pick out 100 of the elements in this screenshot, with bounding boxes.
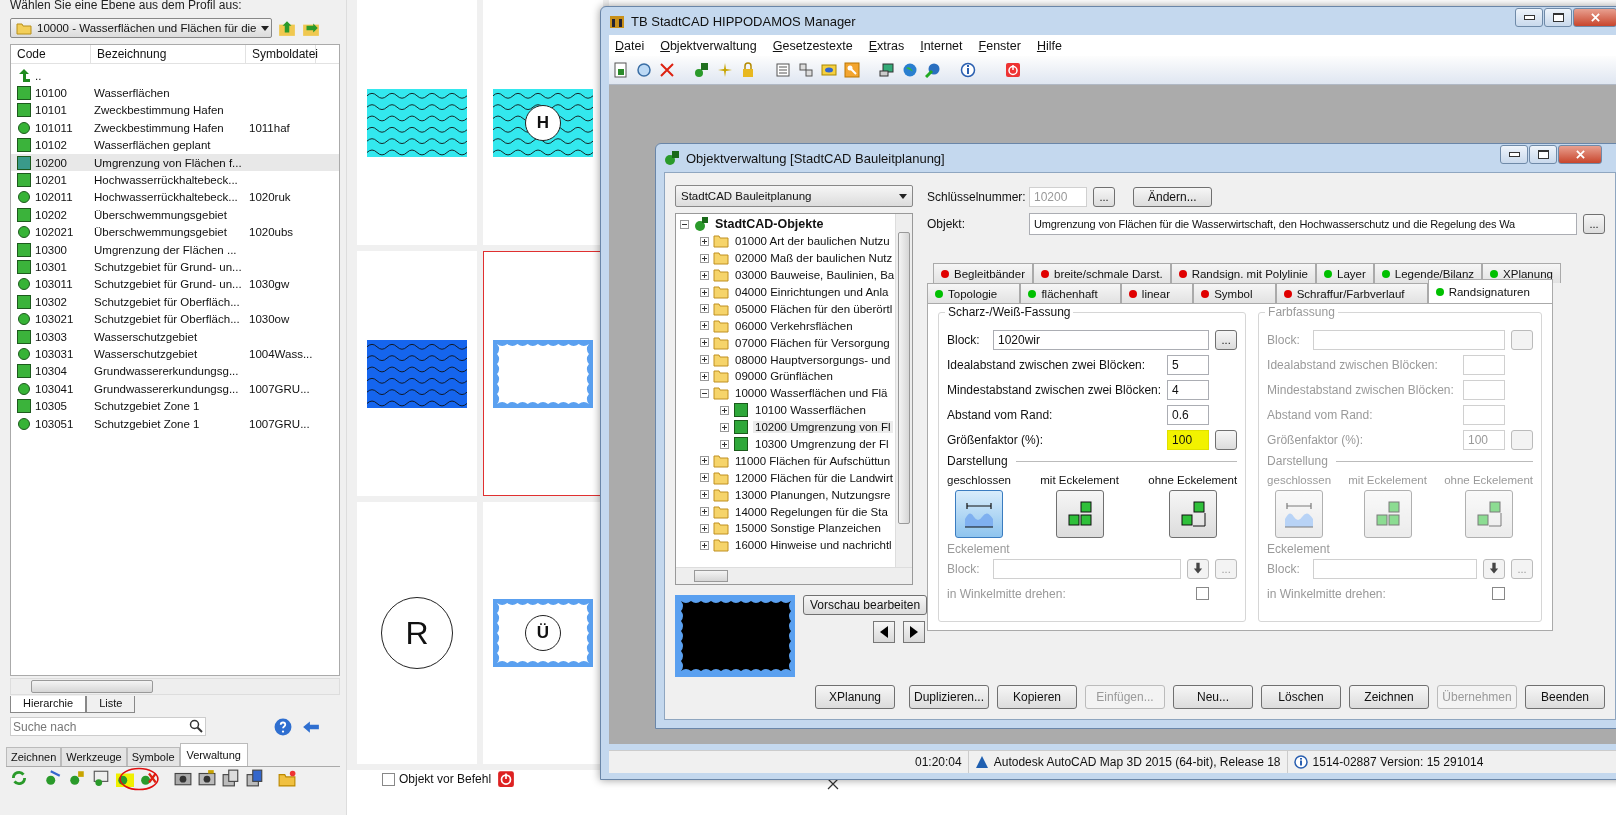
info-icon[interactable] xyxy=(960,62,976,78)
tree-item[interactable]: 11000 Flächen für Aufschüttun xyxy=(733,454,893,467)
column-header[interactable]: Symboldatei xyxy=(246,45,316,63)
list-row[interactable]: 102011 Hochwasserrückhaltebeck... 1020ruk xyxy=(11,188,339,207)
lock-icon[interactable] xyxy=(740,62,756,78)
globe-icon[interactable] xyxy=(925,62,941,78)
tree-item[interactable]: 13000 Planungen, Nutzungsre xyxy=(733,488,893,501)
expand-toggle-icon[interactable] xyxy=(700,473,709,483)
browse-button[interactable]: ... xyxy=(1215,329,1238,350)
folder-icon[interactable] xyxy=(278,768,296,787)
horizontal-scrollbar[interactable] xyxy=(10,678,340,695)
expand-toggle-icon[interactable] xyxy=(700,490,709,500)
list-row[interactable]: 10302 Schutzgebiet für Oberfläch... xyxy=(11,293,339,311)
change-button[interactable]: Ändern... xyxy=(1133,187,1212,207)
list-row[interactable]: 10305 Schutzgebiet Zone 1 xyxy=(11,397,339,415)
minimize-button[interactable] xyxy=(1500,144,1528,164)
tree-item[interactable]: 05000 Flächen für den überörtl xyxy=(733,302,895,315)
object-field[interactable]: Umgrenzung von Flächen für die Wasserwirtschaft, den Hochwasserschutz und die Regelung des Wa xyxy=(1029,213,1577,235)
expand-toggle-icon[interactable] xyxy=(700,456,709,466)
dialog-button[interactable]: Kopieren xyxy=(997,685,1077,709)
folder-up-icon[interactable] xyxy=(278,19,296,37)
tab[interactable]: breite/schmale Darst. xyxy=(1033,263,1171,283)
expand-toggle-icon[interactable] xyxy=(700,523,709,533)
tree-item[interactable]: 16000 Hinweise und nachrichtl xyxy=(733,539,894,552)
device-icon[interactable] xyxy=(246,768,264,787)
search-icon[interactable] xyxy=(189,719,203,733)
tree-item[interactable]: 06000 Verkehrsflächen xyxy=(733,319,855,332)
edit-preview-button[interactable]: Vorschau bearbeiten xyxy=(803,595,928,615)
refresh-icon[interactable] xyxy=(10,768,28,787)
menu-item[interactable]: Internet xyxy=(920,38,963,53)
column-header[interactable]: Code xyxy=(11,45,91,63)
preview-cell[interactable]: H xyxy=(483,0,603,245)
preview-cell[interactable]: Ü xyxy=(483,502,603,764)
expand-toggle-icon[interactable] xyxy=(700,540,709,550)
eye-icon[interactable] xyxy=(821,62,837,78)
list-row[interactable]: 10303 Wasserschutzgebiet xyxy=(11,327,339,346)
tree-item[interactable]: 10100 Wasserflächen xyxy=(753,404,868,417)
menu-item[interactable]: Fenster xyxy=(978,38,1021,53)
maximize-button[interactable] xyxy=(1544,7,1572,27)
dialog-button[interactable]: Neu... xyxy=(1173,685,1253,709)
tree-item[interactable]: 07000 Flächen für Versorgung xyxy=(733,336,892,349)
previous-button[interactable] xyxy=(873,621,896,643)
help-icon[interactable] xyxy=(274,717,292,736)
panel-tab[interactable]: Zeichnen xyxy=(6,747,62,766)
tab[interactable]: Schraffur/Farbverlauf xyxy=(1275,283,1428,303)
expand-toggle-icon[interactable] xyxy=(700,236,709,246)
close-button[interactable] xyxy=(1573,7,1616,27)
dialog-button[interactable]: Beenden xyxy=(1525,685,1605,709)
tab[interactable]: Symbol xyxy=(1193,283,1276,303)
list-row[interactable]: 10100 Wasserflächen xyxy=(11,84,339,102)
column-header[interactable]: Bezeichnung xyxy=(91,45,246,63)
power-icon[interactable] xyxy=(1005,62,1021,78)
tab[interactable]: Randsign. mit Polylinie xyxy=(1170,263,1316,283)
mode-button[interactable] xyxy=(954,490,1003,538)
expand-toggle-icon[interactable] xyxy=(700,270,709,280)
expand-toggle-icon[interactable] xyxy=(700,287,709,297)
dialog-button[interactable]: Zeichnen xyxy=(1349,685,1429,709)
expand-toggle-icon[interactable] xyxy=(700,355,709,365)
computer-icon[interactable] xyxy=(879,62,895,78)
menu-item[interactable]: Objektverwaltung xyxy=(660,38,757,53)
list-row[interactable]: 10201 Hochwasserrückhaltebeck... xyxy=(11,171,339,189)
expand-toggle-icon[interactable] xyxy=(700,338,709,348)
panel-tab[interactable]: Symbole xyxy=(126,747,180,766)
list-row[interactable]: 103041 Grundwassererkundungsg... 1007GRU... xyxy=(11,380,339,398)
tree-item[interactable]: 14000 Regelungen für die Sta xyxy=(733,505,890,518)
list-row[interactable]: 10202 Überschwemmungsgebiet xyxy=(11,206,339,224)
expand-toggle-icon[interactable] xyxy=(700,321,709,331)
tree-item[interactable]: 03000 Bauweise, Baulinien, Ba xyxy=(733,269,895,282)
grid-icon[interactable] xyxy=(798,62,814,78)
shapes-icon[interactable] xyxy=(44,768,62,787)
globe-icon[interactable] xyxy=(902,62,918,78)
menu-item[interactable]: Extras xyxy=(868,38,905,53)
power-icon[interactable] xyxy=(497,770,516,788)
next-button[interactable] xyxy=(903,621,926,643)
expand-toggle-icon[interactable] xyxy=(700,388,709,398)
vertical-scrollbar[interactable] xyxy=(895,214,912,567)
view-tab[interactable]: Hierarchie xyxy=(10,696,87,713)
browse-button[interactable]: ... xyxy=(1583,214,1605,234)
list-row[interactable]: 10300 Umgrenzung der Flächen ... xyxy=(11,240,339,259)
mode-button[interactable] xyxy=(1055,490,1104,538)
block-field[interactable]: 1020wir xyxy=(993,329,1210,350)
refresh-icon[interactable] xyxy=(636,62,652,78)
tree-item[interactable]: 10300 Umgrenzung der Fl xyxy=(753,438,891,450)
list-row[interactable]: 103031 Wasserschutzgebiet 1004Wass... xyxy=(11,345,339,363)
list-row[interactable]: 10301 Schutzgebiet für Grund- un... xyxy=(11,258,339,276)
checkbox[interactable] xyxy=(1196,587,1210,600)
search-field[interactable]: Suche nach xyxy=(10,717,206,736)
list-row[interactable]: 101011 Zweckbestimmung Hafen 1011haf xyxy=(11,119,339,137)
menu-item[interactable]: Hilfe xyxy=(1036,38,1062,53)
close-icon[interactable] xyxy=(659,62,675,78)
panel-tab[interactable]: Werkzeuge xyxy=(61,747,127,766)
view-tab[interactable]: Liste xyxy=(86,696,136,713)
tree-item[interactable]: 10000 Wasserflächen und Flä xyxy=(733,387,890,400)
minimize-button[interactable] xyxy=(1515,7,1543,27)
dialog-button[interactable]: Duplizieren... xyxy=(909,685,989,709)
dialog-button[interactable]: XPlanung xyxy=(815,685,895,709)
mode-button[interactable] xyxy=(1168,490,1217,538)
tree-item[interactable]: 02000 Maß der baulichen Nutz xyxy=(733,252,895,265)
list-row[interactable]: 10101 Zweckbestimmung Hafen xyxy=(11,101,339,120)
tree-item[interactable]: 15000 Sonstige Planzeichen xyxy=(733,522,883,535)
